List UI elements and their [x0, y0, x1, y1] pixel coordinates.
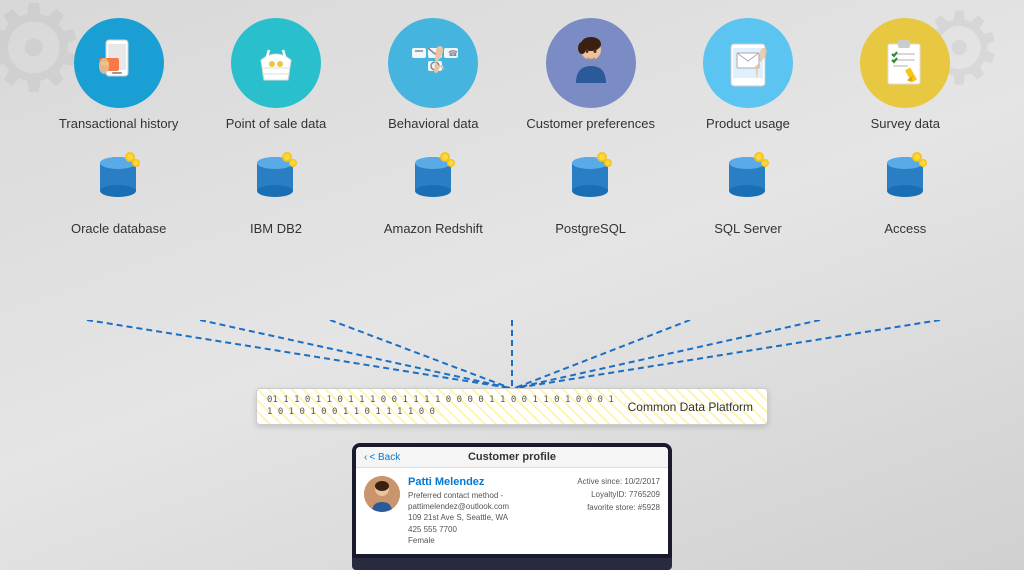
icon-item-customer: Customer preferences [526, 18, 656, 133]
label-redshift: Amazon Redshift [384, 221, 483, 236]
laptop-container: ‹ < Back Customer profile [352, 443, 672, 570]
db-icon-sqlserver [713, 143, 783, 213]
laptop-base [352, 558, 672, 570]
label-access: Access [884, 221, 926, 236]
icon-item-transactional: Transactional history [54, 18, 184, 133]
icon-circle-product [703, 18, 793, 108]
profile-name: Patti Melendez [408, 476, 569, 488]
screen-header: ‹ < Back Customer profile [356, 447, 668, 468]
icon-item-survey: Survey data [840, 18, 970, 133]
db-icon-ibm [241, 143, 311, 213]
back-chevron-icon: ‹ [364, 452, 367, 463]
profile-info: Patti Melendez Preferred contact method … [408, 476, 569, 546]
db-icon-postgresql [556, 143, 626, 213]
label-pos: Point of sale data [226, 116, 326, 133]
svg-text:☎: ☎ [448, 49, 458, 58]
label-postgresql: PostgreSQL [555, 221, 626, 236]
profile-phone: 425 555 7700 [408, 524, 569, 535]
icon-item-product: Product usage [683, 18, 813, 133]
screen-inner: ‹ < Back Customer profile [356, 447, 668, 554]
profile-avatar [364, 476, 400, 512]
label-transactional: Transactional history [59, 116, 178, 133]
screen-title: Customer profile [468, 451, 556, 463]
cdp-label: Common Data Platform [628, 400, 753, 414]
db-item-oracle: Oracle database [54, 143, 184, 236]
db-item-access: Access [840, 143, 970, 236]
icon-item-pos: Point of sale data [211, 18, 341, 133]
label-ibm: IBM DB2 [250, 221, 302, 236]
profile-active-since: Active since: 10/2/2017 [577, 476, 660, 489]
db-item-sqlserver: SQL Server [683, 143, 813, 236]
label-behavioral: Behavioral data [388, 116, 478, 133]
profile-loyalty-id: LoyaltyID: 7765209 [577, 489, 660, 502]
label-product: Product usage [706, 116, 790, 133]
db-item-redshift: Amazon Redshift [368, 143, 498, 236]
label-oracle: Oracle database [71, 221, 166, 236]
db-icon-redshift [398, 143, 468, 213]
icon-circle-transactional [74, 18, 164, 108]
laptop-screen: ‹ < Back Customer profile [352, 443, 672, 558]
icon-circle-behavioral: ☎ [388, 18, 478, 108]
db-icon-access [870, 143, 940, 213]
db-icon-oracle [84, 143, 154, 213]
icon-item-behavioral: ☎ Behavioral data [368, 18, 498, 133]
label-survey: Survey data [871, 116, 940, 133]
back-button[interactable]: ‹ < Back [364, 452, 400, 463]
icon-circle-customer [546, 18, 636, 108]
profile-address: 109 21st Ave S, Seattle, WA [408, 512, 569, 523]
icon-circle-pos [231, 18, 321, 108]
label-sqlserver: SQL Server [714, 221, 781, 236]
label-customer: Customer preferences [526, 116, 655, 133]
screen-body: Patti Melendez Preferred contact method … [356, 468, 668, 554]
main-container: ⚙ ⚙ Transactional history [0, 0, 1024, 570]
profile-contact: Preferred contact method - pattimelendez… [408, 490, 569, 512]
database-row: Oracle database IBM DB2 [0, 133, 1024, 236]
cdp-box: 01 1 1 0 1 1 0 1 1 1 0 0 1 1 1 1 0 0 0 0… [256, 388, 768, 425]
data-sources-row: Transactional history Point of sale data [0, 0, 1024, 133]
back-label: < Back [369, 452, 400, 463]
profile-gender: Female [408, 535, 569, 546]
profile-right-info: Active since: 10/2/2017 LoyaltyID: 77652… [577, 476, 660, 546]
profile-favorite-store: favorite store: #5928 [577, 502, 660, 515]
cdp-binary-text: 01 1 1 0 1 1 0 1 1 1 0 0 1 1 1 1 0 0 0 0… [267, 395, 620, 418]
db-item-postgresql: PostgreSQL [526, 143, 656, 236]
db-item-ibm: IBM DB2 [211, 143, 341, 236]
icon-circle-survey [860, 18, 950, 108]
